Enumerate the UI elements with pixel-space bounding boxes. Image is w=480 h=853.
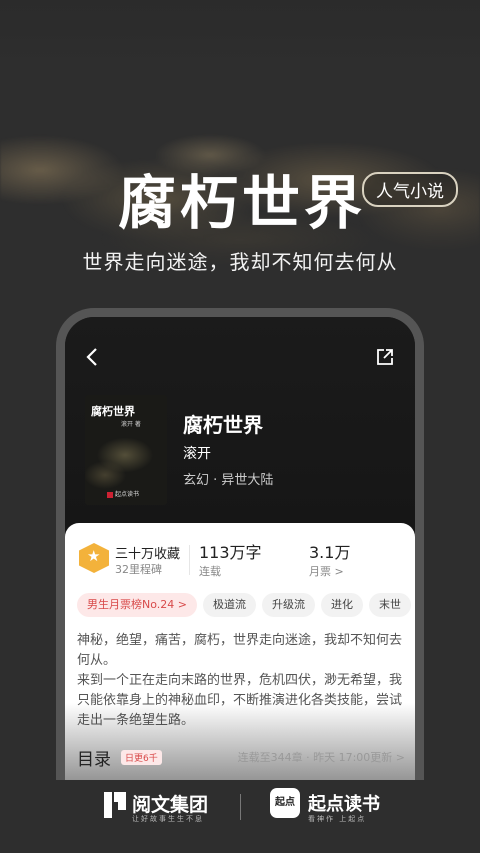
- collection-milestone: 三十万收藏: [115, 547, 181, 562]
- toc-update-info[interactable]: 连载至344章 · 昨天 17:00更新 >: [238, 749, 405, 765]
- rank-tag[interactable]: 男生月票榜No.24 >: [77, 593, 197, 617]
- cover-author: 滚开 著: [121, 421, 141, 428]
- qidian-name: 起点读书: [308, 794, 380, 815]
- monthly-votes-link[interactable]: 月票 >: [309, 563, 344, 579]
- qidian-slogan: 看神作 上起点: [308, 815, 367, 823]
- footer-divider: [240, 794, 241, 820]
- description-line: 神秘，绝望，痛苦，腐朽，世界走向迷途，我却不知何去何从。: [77, 633, 403, 668]
- toc-title[interactable]: 目录: [77, 745, 111, 770]
- back-button[interactable]: [85, 347, 99, 373]
- tag[interactable]: 进化: [320, 593, 363, 617]
- tag[interactable]: 末世: [368, 593, 411, 617]
- yuewen-slogan: 让好故事生生不息: [132, 815, 204, 823]
- phone-screen: 腐朽世界 滚开 著 起点读书 腐朽世界 滚开 玄幻 · 异世大陆 ★ 三十万收藏…: [65, 317, 415, 828]
- phone-mockup: 腐朽世界 滚开 著 起点读书 腐朽世界 滚开 玄幻 · 异世大陆 ★ 三十万收藏…: [56, 308, 424, 828]
- milestone-label: 32里程碑: [115, 563, 162, 576]
- tag[interactable]: 升级流: [261, 593, 315, 617]
- share-icon: [377, 349, 393, 365]
- qidian-logo: 起点: [270, 788, 300, 818]
- tag[interactable]: 极道流: [202, 593, 256, 617]
- update-badge: 日更6千: [121, 750, 162, 765]
- divider: [189, 545, 190, 575]
- tag-list: 男生月票榜No.24 > 极道流 升级流 进化 末世: [77, 593, 415, 619]
- footer-brands: 阅文集团 让好故事生生不息 起点 起点读书 看神作 上起点: [0, 780, 480, 853]
- book-cover[interactable]: 腐朽世界 滚开 著 起点读书: [85, 395, 167, 505]
- cover-title: 腐朽世界: [91, 405, 135, 418]
- book-author[interactable]: 滚开: [183, 443, 211, 463]
- popular-badge: 人气小说: [362, 172, 458, 207]
- chevron-left-icon: [86, 348, 97, 366]
- status-label: 连载: [199, 565, 221, 578]
- cover-brand: 起点读书: [107, 489, 139, 498]
- yuewen-name: 阅文集团: [132, 794, 209, 816]
- book-genre: 玄幻 · 异世大陆: [183, 473, 274, 488]
- book-title: 腐朽世界: [183, 413, 263, 437]
- share-button[interactable]: [375, 347, 395, 367]
- monthly-votes: 3.1万: [309, 543, 351, 562]
- star-icon: ★: [87, 547, 101, 565]
- hero-title: 腐朽世界: [118, 169, 367, 237]
- hero-subtitle: 世界走向迷途，我却不知何去何从: [82, 250, 398, 274]
- yuewen-logo-icon: [104, 792, 126, 818]
- word-count: 113万字: [199, 543, 262, 562]
